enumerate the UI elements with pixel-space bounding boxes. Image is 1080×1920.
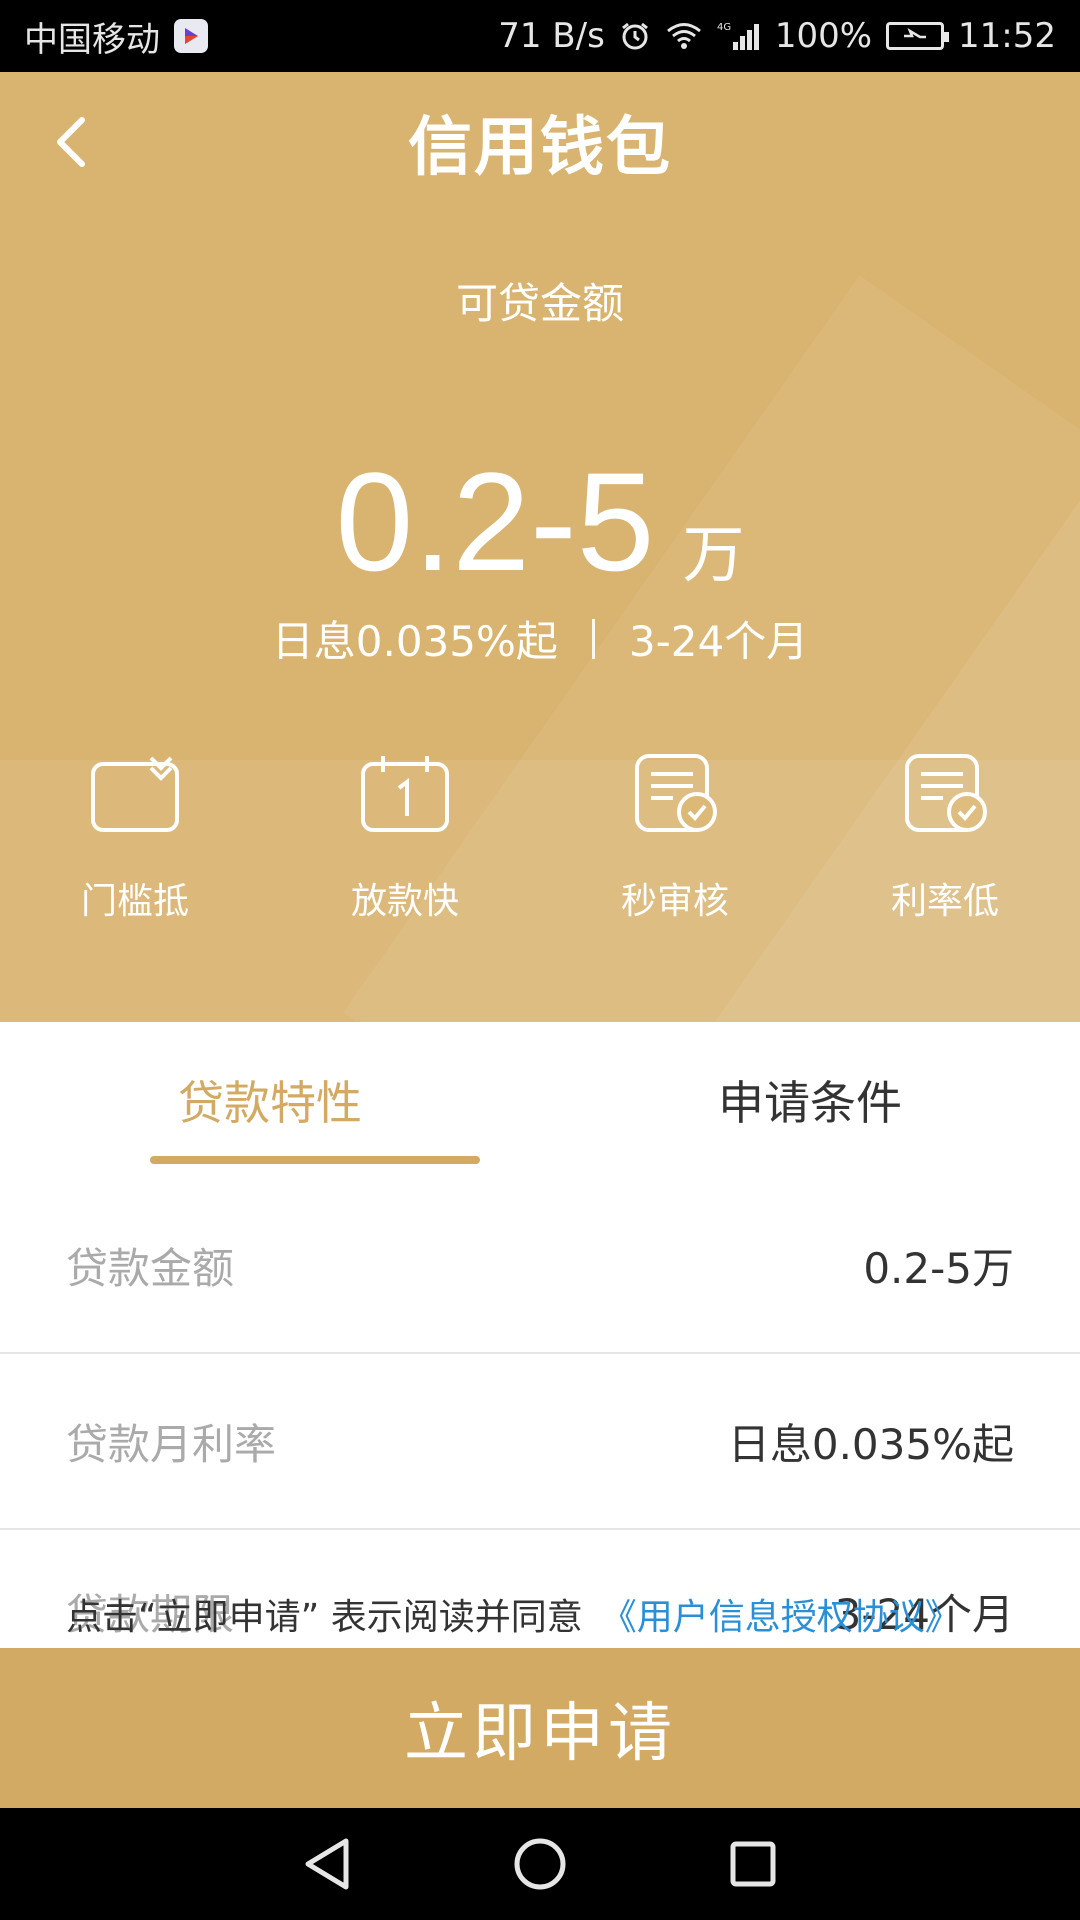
wifi-icon bbox=[665, 21, 703, 51]
screen: 中国移动 71 B/s 4G 100% 11:52 信用钱包 可贷金额 0.2-… bbox=[0, 0, 1080, 1920]
tab-loan-features[interactable]: 贷款特性 bbox=[0, 1022, 540, 1178]
detail-row-amount: 贷款金额 0.2-5万 bbox=[0, 1178, 1080, 1354]
detail-label: 贷款金额 bbox=[66, 1243, 235, 1293]
signal-icon: 4G bbox=[717, 20, 761, 52]
detail-list: 贷款金额 0.2-5万 贷款月利率 日息0.035%起 贷款期限 3-24个月 bbox=[0, 1178, 1080, 1650]
status-bar: 中国移动 71 B/s 4G 100% 11:52 bbox=[0, 0, 1080, 72]
status-right: 71 B/s 4G 100% 11:52 bbox=[498, 16, 1056, 56]
clock: 11:52 bbox=[958, 16, 1056, 56]
detail-label: 贷款月利率 bbox=[66, 1419, 277, 1469]
back-button[interactable] bbox=[36, 106, 108, 178]
video-app-icon bbox=[174, 19, 208, 53]
document-check-icon bbox=[635, 754, 717, 832]
feature-label: 利率低 bbox=[890, 881, 999, 922]
hero-panel: 信用钱包 可贷金额 0.2-5 万 日息0.035%起 3-24个月 门槛抵 放… bbox=[0, 72, 1080, 1022]
tab-label: 贷款特性 bbox=[178, 1076, 362, 1130]
net-speed: 71 B/s bbox=[498, 16, 605, 56]
square-recents-icon bbox=[730, 1841, 776, 1887]
network-type: 4G bbox=[717, 22, 731, 33]
rate-divider bbox=[591, 618, 595, 659]
amount-value: 0.2-5 bbox=[335, 443, 655, 600]
inbox-check-icon bbox=[91, 756, 179, 832]
carrier-name: 中国移动 bbox=[24, 19, 160, 60]
recents-key[interactable] bbox=[723, 1834, 783, 1894]
agreement-notice: 点击“立即申请” 表示阅读并同意 《用户信息授权协议》 bbox=[66, 1588, 1026, 1640]
feature-item-threshold: 门槛抵 bbox=[0, 756, 270, 924]
apply-now-button[interactable]: 立即申请 bbox=[0, 1648, 1080, 1808]
chevron-left-icon bbox=[57, 117, 85, 167]
android-nav-bar bbox=[0, 1808, 1080, 1920]
detail-row-rate: 贷款月利率 日息0.035%起 bbox=[0, 1354, 1080, 1530]
feature-item-fast-loan: 放款快 bbox=[270, 756, 540, 924]
tab-bar: 贷款特性 申请条件 bbox=[0, 1022, 1080, 1178]
battery-icon bbox=[886, 22, 950, 50]
status-left: 中国移动 bbox=[24, 12, 208, 61]
daily-rate: 日息0.035%起 bbox=[271, 617, 558, 666]
tab-label: 申请条件 bbox=[718, 1076, 902, 1130]
amount-row: 0.2-5 万 bbox=[0, 392, 1080, 592]
alarm-icon bbox=[619, 20, 651, 52]
calendar-icon bbox=[361, 756, 449, 832]
feature-item-instant-review: 秒审核 bbox=[540, 754, 810, 924]
nav-bar: 信用钱包 bbox=[0, 72, 1080, 212]
feature-label: 放款快 bbox=[350, 881, 459, 922]
detail-value: 日息0.035%起 bbox=[727, 1419, 1014, 1469]
battery-percent: 100% bbox=[774, 16, 873, 56]
page-title: 信用钱包 bbox=[408, 111, 672, 185]
amount-label: 可贷金额 bbox=[455, 279, 624, 328]
agreement-text: 点击“立即申请” 表示阅读并同意 bbox=[66, 1597, 583, 1638]
loan-term: 3-24个月 bbox=[628, 617, 809, 666]
document-check-icon bbox=[905, 754, 987, 832]
user-authorization-agreement-link[interactable]: 《用户信息授权协议》 bbox=[601, 1597, 961, 1638]
feature-label: 秒审核 bbox=[620, 881, 729, 922]
back-key[interactable] bbox=[297, 1834, 357, 1894]
amount-unit: 万 bbox=[682, 518, 745, 591]
triangle-back-icon bbox=[305, 1838, 349, 1890]
feature-strip: 门槛抵 放款快 秒审核 利率低 bbox=[0, 754, 1080, 1022]
feature-label: 门槛抵 bbox=[80, 881, 189, 922]
detail-value: 0.2-5万 bbox=[863, 1243, 1014, 1293]
tab-apply-conditions[interactable]: 申请条件 bbox=[540, 1022, 1080, 1178]
tab-active-indicator bbox=[150, 1156, 480, 1164]
rate-row: 日息0.035%起 3-24个月 bbox=[0, 608, 1080, 669]
circle-home-icon bbox=[514, 1838, 566, 1890]
home-key[interactable] bbox=[510, 1834, 570, 1894]
feature-item-low-rate: 利率低 bbox=[810, 754, 1080, 924]
